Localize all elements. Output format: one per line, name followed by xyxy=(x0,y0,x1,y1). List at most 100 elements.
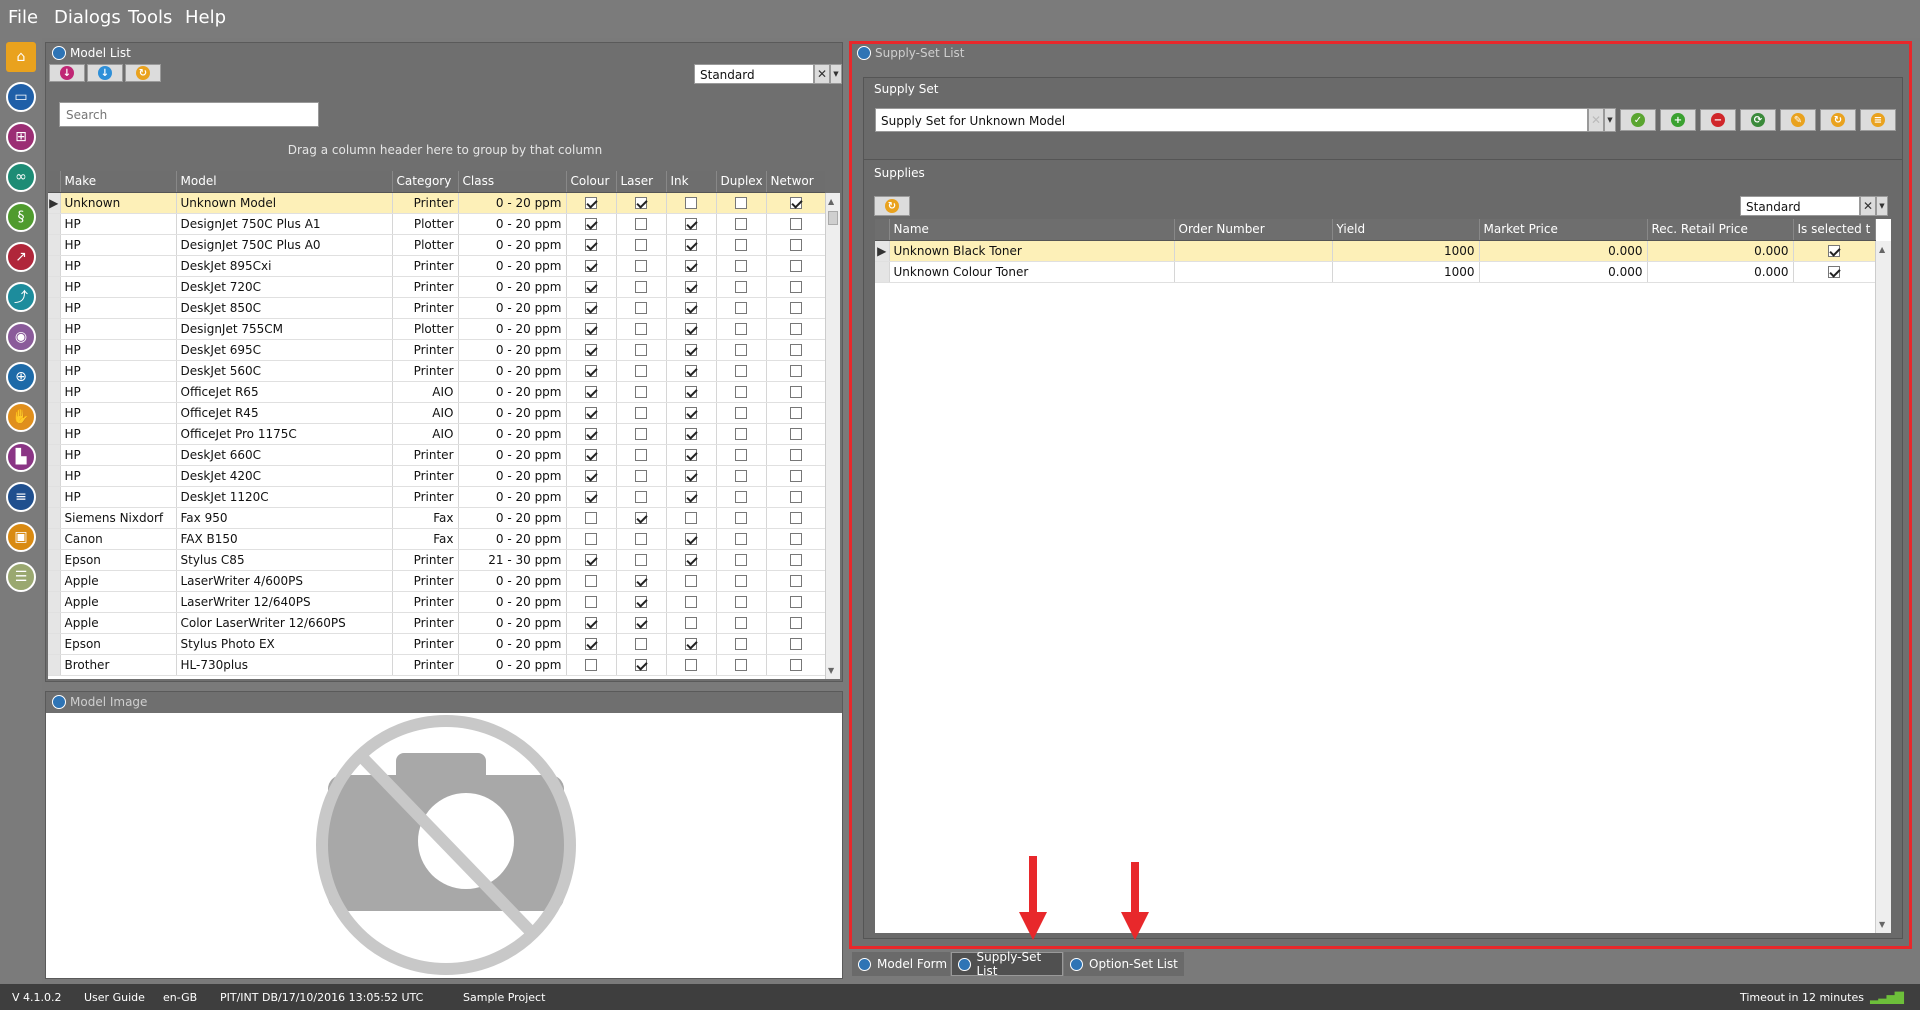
checkbox[interactable] xyxy=(789,407,802,419)
table-row[interactable]: HP DeskJet 895Cxi Printer 0 - 20 ppm xyxy=(48,255,825,277)
checkbox[interactable] xyxy=(635,344,647,356)
checkbox[interactable] xyxy=(585,344,597,356)
layout-select[interactable]: Standard xyxy=(694,64,814,84)
checkbox[interactable] xyxy=(685,491,697,503)
checkbox[interactable] xyxy=(585,302,597,314)
table-row[interactable]: Canon FAX B150 Fax 0 - 20 ppm xyxy=(48,528,825,550)
checkbox[interactable] xyxy=(735,533,747,545)
table-row[interactable]: HP DeskJet 720C Printer 0 - 20 ppm xyxy=(48,276,825,298)
add-button[interactable]: + xyxy=(1660,109,1696,131)
checkbox[interactable] xyxy=(585,554,597,566)
checkbox[interactable] xyxy=(735,197,747,209)
checkbox[interactable] xyxy=(635,428,647,440)
checkbox[interactable] xyxy=(585,386,597,398)
table-row[interactable]: HP DesignJet 755CM Plotter 0 - 20 ppm xyxy=(48,318,825,340)
column-header[interactable]: Networ xyxy=(766,171,825,193)
checkbox[interactable] xyxy=(735,617,747,629)
checkbox[interactable] xyxy=(585,575,597,587)
bars-icon[interactable]: ▙ xyxy=(6,442,36,472)
checkbox[interactable] xyxy=(635,302,647,314)
checkbox[interactable] xyxy=(1828,245,1840,257)
model-grid-scrollbar[interactable]: ▲ ▼ xyxy=(825,193,840,679)
checkbox[interactable] xyxy=(635,197,647,209)
checkbox[interactable] xyxy=(585,596,597,608)
checkbox[interactable] xyxy=(789,197,802,209)
eye-icon[interactable]: ◉ xyxy=(6,322,36,352)
checkbox[interactable] xyxy=(789,323,802,335)
column-header[interactable]: Model xyxy=(176,171,393,193)
checkbox[interactable] xyxy=(735,638,747,650)
document-icon[interactable]: ≡ xyxy=(6,482,36,512)
checkbox[interactable] xyxy=(635,575,647,587)
checkbox[interactable] xyxy=(635,239,647,251)
column-header[interactable]: Order Number xyxy=(1174,219,1333,241)
search-input[interactable] xyxy=(59,102,319,127)
checkbox[interactable] xyxy=(685,197,697,209)
checkbox[interactable] xyxy=(585,323,597,335)
table-row[interactable]: Epson Stylus Photo EX Printer 0 - 20 ppm xyxy=(48,633,825,655)
supplies-layout-select[interactable]: Standard xyxy=(1740,196,1860,216)
clear-supply-set-icon[interactable]: ✕ xyxy=(1588,108,1604,132)
column-header[interactable]: Yield xyxy=(1332,219,1480,241)
table-row[interactable]: HP OfficeJet Pro 1175C AIO 0 - 20 ppm xyxy=(48,423,825,445)
table-row[interactable]: HP DeskJet 850C Printer 0 - 20 ppm xyxy=(48,297,825,319)
checkbox[interactable] xyxy=(585,407,597,419)
confirm-button[interactable]: ✓ xyxy=(1620,109,1656,131)
checkbox[interactable] xyxy=(585,491,597,503)
clear-layout-icon[interactable]: ✕ xyxy=(1860,196,1876,216)
checkbox[interactable] xyxy=(789,449,802,461)
checkbox[interactable] xyxy=(585,512,597,524)
table-row[interactable]: HP DesignJet 750C Plus A1 Plotter 0 - 20 pp… xyxy=(48,213,825,235)
scroll-icon[interactable]: § xyxy=(6,202,36,232)
checkbox[interactable] xyxy=(635,449,647,461)
checkbox[interactable] xyxy=(685,386,697,398)
checkbox[interactable] xyxy=(585,533,597,545)
table-row[interactable]: ▶ Unknown Black Toner 1000 0.000 0.000 xyxy=(875,240,1876,262)
home-icon[interactable]: ⌂ xyxy=(6,42,36,72)
checkbox[interactable] xyxy=(585,638,597,650)
folder-icon[interactable]: ▭ xyxy=(6,82,36,112)
checkbox[interactable] xyxy=(789,533,802,545)
refresh-supplies-button[interactable]: ↻ xyxy=(874,196,910,216)
checkbox[interactable] xyxy=(685,512,697,524)
checkbox[interactable] xyxy=(585,659,597,671)
table-row[interactable]: Siemens Nixdorf Fax 950 Fax 0 - 20 ppm xyxy=(48,507,825,529)
checkbox[interactable] xyxy=(789,512,802,524)
table-row[interactable]: HP OfficeJet R45 AIO 0 - 20 ppm xyxy=(48,402,825,424)
checkbox[interactable] xyxy=(685,617,697,629)
tab-supply-set-list[interactable]: Supply-Set List xyxy=(951,950,1063,978)
checkbox[interactable] xyxy=(635,323,647,335)
checkbox[interactable] xyxy=(685,659,697,671)
checkbox[interactable] xyxy=(789,302,802,314)
checkbox[interactable] xyxy=(685,596,697,608)
checkbox[interactable] xyxy=(585,470,597,482)
menu-help[interactable]: Help xyxy=(185,7,226,28)
checkbox[interactable] xyxy=(585,281,597,293)
table-row[interactable]: HP DeskJet 560C Printer 0 - 20 ppm xyxy=(48,360,825,382)
checkbox[interactable] xyxy=(585,197,597,209)
column-header[interactable]: Make xyxy=(60,171,177,193)
table-row[interactable]: HP DeskJet 1120C Printer 0 - 20 ppm xyxy=(48,486,825,508)
checkbox[interactable] xyxy=(735,386,747,398)
checkbox[interactable] xyxy=(685,533,697,545)
chevron-down-icon[interactable]: ▼ xyxy=(1604,108,1616,132)
target-icon[interactable]: ⊕ xyxy=(6,362,36,392)
checkbox[interactable] xyxy=(635,512,647,524)
table-row[interactable]: Unknown Colour Toner 1000 0.000 0.000 xyxy=(875,261,1876,283)
column-header[interactable]: Market Price xyxy=(1479,219,1648,241)
scroll-down-icon[interactable]: ▼ xyxy=(1879,920,1885,929)
checkbox[interactable] xyxy=(789,260,802,272)
checkbox[interactable] xyxy=(585,449,597,461)
scroll-down-icon[interactable]: ▼ xyxy=(828,666,834,675)
binoculars-icon[interactable]: ∞ xyxy=(6,162,36,192)
checkbox[interactable] xyxy=(585,260,597,272)
menu-tools[interactable]: Tools xyxy=(128,7,172,28)
checkbox[interactable] xyxy=(735,407,747,419)
checkbox[interactable] xyxy=(789,281,802,293)
checkbox[interactable] xyxy=(789,239,802,251)
checkbox[interactable] xyxy=(789,617,802,629)
checkbox[interactable] xyxy=(635,554,647,566)
checkbox[interactable] xyxy=(735,596,747,608)
table-row[interactable]: Apple Color LaserWriter 12/660PS Printer 0 … xyxy=(48,612,825,634)
supply-set-select[interactable]: Supply Set for Unknown Model xyxy=(875,108,1588,132)
